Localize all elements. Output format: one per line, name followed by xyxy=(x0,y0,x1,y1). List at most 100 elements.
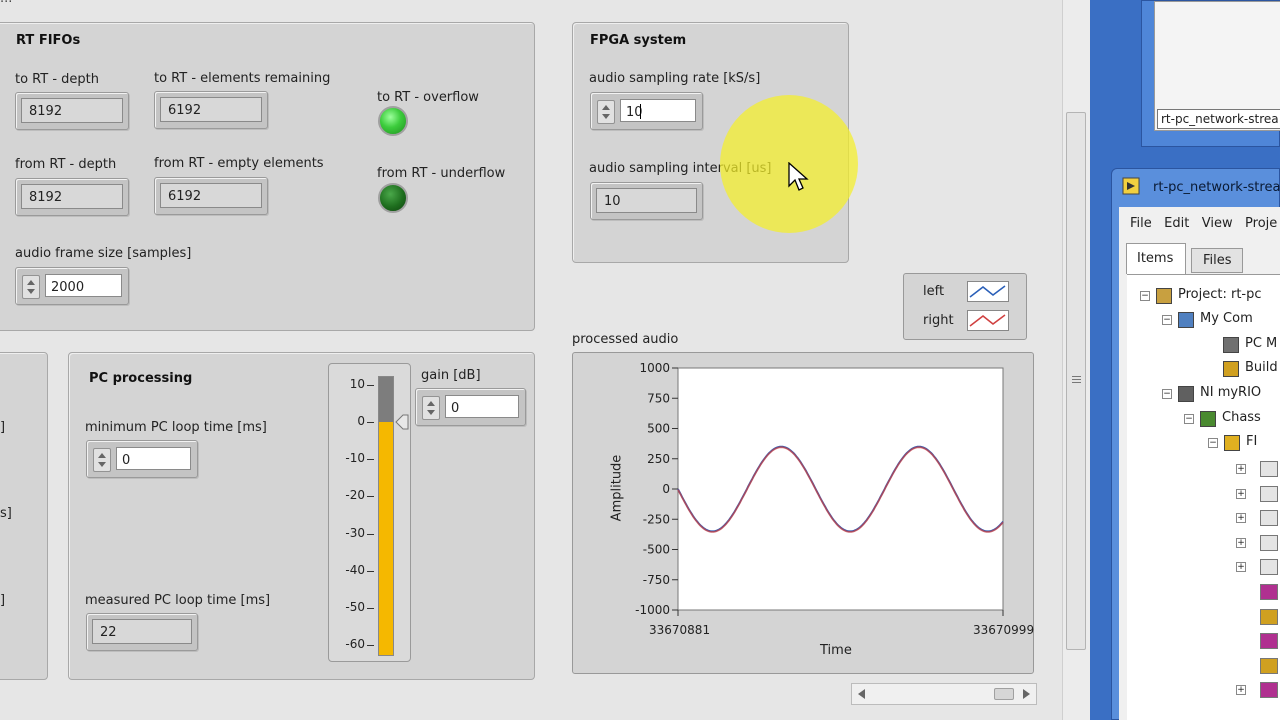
from-rt-depth-indicator: 8192 xyxy=(15,178,129,216)
folder-icon xyxy=(1260,559,1278,576)
tree-expand-icon[interactable]: + xyxy=(1236,537,1246,548)
path-field[interactable]: rt-pc_network-strea xyxy=(1157,109,1280,129)
background-window: rt-pc_network-strea xyxy=(1141,0,1280,147)
decrement-arrow-icon[interactable] xyxy=(98,462,106,467)
to-rt-overflow-led[interactable] xyxy=(378,106,408,136)
fpga-item-icon xyxy=(1260,657,1278,674)
tree-expand-icon[interactable]: + xyxy=(1236,513,1246,524)
tab-items[interactable]: Items xyxy=(1126,243,1186,274)
from-rt-depth-value: 8192 xyxy=(21,184,123,209)
min-loop-input[interactable]: 0 xyxy=(116,447,191,470)
tree-expand-icon[interactable] xyxy=(1236,636,1246,647)
gain-label: gain [dB] xyxy=(421,368,481,383)
meter-slider-pointer[interactable] xyxy=(395,414,409,430)
audio-frame-size-input[interactable]: 2000 xyxy=(45,274,122,297)
processed-audio-chart: 1000 750 500 250 0 -250 -500 -750 -1000 33670881 3… xyxy=(635,361,1034,637)
tree-expand-icon[interactable]: + xyxy=(1236,685,1246,696)
menu-file[interactable]: File xyxy=(1130,216,1152,231)
measured-loop-value: 22 xyxy=(92,619,192,644)
tree-node-label[interactable]: PC M xyxy=(1245,336,1277,351)
scroll-right-icon[interactable] xyxy=(1023,689,1030,699)
increment-arrow-icon[interactable] xyxy=(27,280,35,285)
fpga-item-icon xyxy=(1260,584,1278,600)
pc-processing-title: PC processing xyxy=(89,371,193,386)
tree-node-label[interactable]: Project: rt-pc xyxy=(1178,287,1262,302)
legend-left-label: left xyxy=(923,284,945,299)
folder-icon xyxy=(1260,485,1278,502)
legend-right-swatch-icon[interactable] xyxy=(967,310,1009,331)
decrement-arrow-icon[interactable] xyxy=(427,410,435,415)
y-tick-label: -500 xyxy=(643,543,670,557)
tree-expand-icon[interactable]: + xyxy=(1236,464,1246,474)
fpga-item-icon xyxy=(1260,633,1278,650)
tree-node-label[interactable]: Chass xyxy=(1222,410,1261,425)
from-rt-underflow-led[interactable] xyxy=(378,183,408,213)
sampling-rate-stepper[interactable] xyxy=(597,100,615,124)
side-panel-fragment: ] xyxy=(0,420,6,435)
vertical-scrollbar-thumb[interactable] xyxy=(1066,112,1086,650)
background-window-content: rt-pc_network-strea xyxy=(1154,1,1280,131)
tree-node-icon xyxy=(1156,288,1172,304)
from-rt-depth-label: from RT - depth xyxy=(15,157,117,172)
y-tick-label: 500 xyxy=(647,422,670,436)
sampling-interval-indicator: 10 xyxy=(590,182,703,220)
increment-arrow-icon[interactable] xyxy=(98,453,106,458)
min-loop-label: minimum PC loop time [ms] xyxy=(85,420,267,435)
menu-view[interactable]: View xyxy=(1202,216,1233,231)
tree-expand-icon[interactable]: + xyxy=(1236,488,1246,499)
rt-fifos-title: RT FIFOs xyxy=(16,33,81,48)
meter-tick-label: -30 xyxy=(345,525,365,540)
x-tick-label: 33670881 xyxy=(649,623,710,637)
fpga-item-icon xyxy=(1260,682,1278,699)
tree-collapse-icon[interactable]: − xyxy=(1162,389,1172,399)
meter-tick-label: -50 xyxy=(345,599,365,614)
sampling-rate-input[interactable]: 10 xyxy=(620,99,696,122)
chart-horizontal-scrollbar[interactable] xyxy=(851,683,1037,705)
legend-right-label: right xyxy=(923,313,954,328)
tree-collapse-icon[interactable]: − xyxy=(1184,414,1194,424)
meter-tick-label: 0 xyxy=(357,414,365,429)
tree-node-icon xyxy=(1224,435,1240,451)
x-tick-label: 33670999 xyxy=(973,623,1034,637)
tree-node-icon xyxy=(1223,337,1239,353)
audio-frame-size-stepper[interactable] xyxy=(22,275,40,299)
meter-tick-mark xyxy=(367,422,374,424)
scrollbar-thumb[interactable] xyxy=(994,688,1014,700)
project-window-title: rt-pc_network-strea xyxy=(1153,180,1280,195)
scroll-left-icon[interactable] xyxy=(858,689,865,699)
sampling-interval-value: 10 xyxy=(596,188,697,213)
gain-input[interactable]: 0 xyxy=(445,395,519,418)
increment-arrow-icon[interactable] xyxy=(427,401,435,406)
tree-node-label[interactable]: FI xyxy=(1246,434,1257,449)
chart-title: processed audio xyxy=(572,332,679,347)
gain-stepper[interactable] xyxy=(422,396,440,420)
tree-expand-icon[interactable] xyxy=(1236,660,1246,671)
tree-node-label[interactable]: NI myRIO xyxy=(1200,385,1261,400)
sampling-rate-label: audio sampling rate [kS/s] xyxy=(589,71,761,86)
tree-node-label[interactable]: My Com xyxy=(1200,311,1253,326)
tree-collapse-icon[interactable]: − xyxy=(1140,291,1150,301)
increment-arrow-icon[interactable] xyxy=(602,105,610,110)
tab-files[interactable]: Files xyxy=(1191,248,1243,273)
tree-collapse-icon[interactable]: − xyxy=(1162,315,1172,325)
to-rt-remaining-label: to RT - elements remaining xyxy=(154,71,331,86)
decrement-arrow-icon[interactable] xyxy=(602,114,610,119)
tree-expand-icon[interactable]: + xyxy=(1236,562,1246,573)
tree-expand-icon[interactable] xyxy=(1236,611,1246,622)
measured-loop-indicator: 22 xyxy=(86,613,198,651)
from-rt-empty-value: 6192 xyxy=(160,183,262,208)
tree-collapse-icon[interactable]: − xyxy=(1208,438,1218,448)
tree-expand-icon[interactable] xyxy=(1236,587,1246,597)
y-tick-label: 1000 xyxy=(639,361,670,375)
min-loop-stepper[interactable] xyxy=(93,448,111,472)
legend-left-swatch-icon[interactable] xyxy=(967,281,1009,302)
from-rt-empty-indicator: 6192 xyxy=(154,177,268,215)
y-tick-label: -250 xyxy=(643,512,670,526)
menu-edit[interactable]: Edit xyxy=(1164,216,1189,231)
decrement-arrow-icon[interactable] xyxy=(27,289,35,294)
tree-node-icon xyxy=(1223,361,1239,377)
meter-tick-mark xyxy=(367,459,374,461)
status-text: ... xyxy=(0,0,12,6)
tree-node-label[interactable]: Build xyxy=(1245,360,1278,375)
menu-project[interactable]: Proje xyxy=(1245,216,1277,231)
